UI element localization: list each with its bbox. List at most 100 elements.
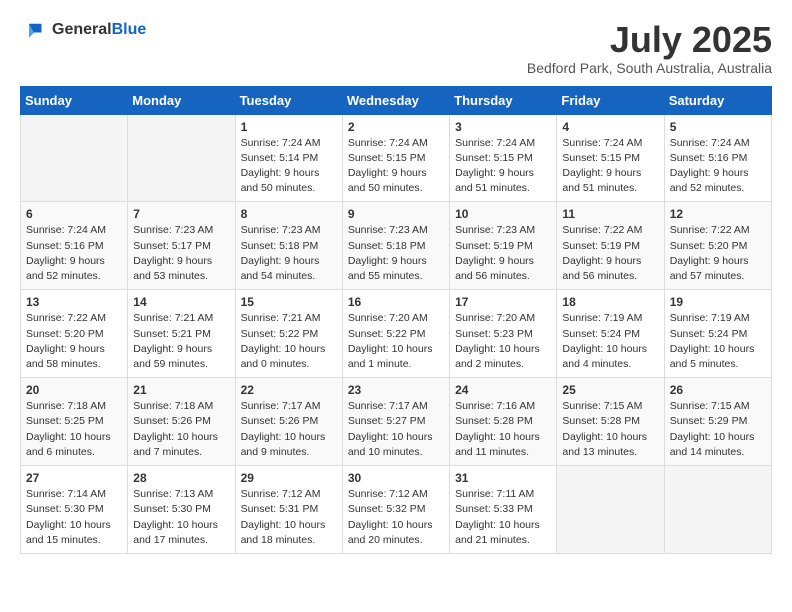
calendar-cell [664,466,771,554]
calendar-header-saturday: Saturday [664,86,771,114]
calendar-cell: 26 Sunrise: 7:15 AM Sunset: 5:29 PM Dayli… [664,378,771,466]
day-number: 28 [133,471,229,485]
day-number: 23 [348,383,444,397]
calendar-cell [21,114,128,202]
day-number: 25 [562,383,658,397]
calendar-cell: 16Sunrise: 7:20 AM Sunset: 5:22 PM Dayli… [342,290,449,378]
day-number: 26 [670,383,766,397]
calendar-table: SundayMondayTuesdayWednesdayThursdayFrid… [20,86,772,554]
logo-icon [20,20,48,40]
calendar-cell: 7 Sunrise: 7:23 AM Sunset: 5:17 PM Daylig… [128,202,235,290]
day-number: 22 [241,383,337,397]
day-info: Sunrise: 7:17 AM Sunset: 5:27 PM Dayligh… [348,399,444,460]
calendar-cell: 31 Sunrise: 7:11 AM Sunset: 5:33 PM Dayli… [450,466,557,554]
day-number: 27 [26,471,122,485]
calendar-cell: 1 Sunrise: 7:24 AM Sunset: 5:14 PM Daylig… [235,114,342,202]
calendar-cell: 11 Sunrise: 7:22 AM Sunset: 5:19 PM Dayli… [557,202,664,290]
day-number: 17 [455,295,551,309]
title-section: July 2025 Bedford Park, South Australia,… [527,20,772,76]
calendar-cell: 9Sunrise: 7:23 AM Sunset: 5:18 PM Daylig… [342,202,449,290]
day-info: Sunrise: 7:21 AM Sunset: 5:22 PM Dayligh… [241,311,337,372]
day-number: 13 [26,295,122,309]
calendar-header-row: SundayMondayTuesdayWednesdayThursdayFrid… [21,86,772,114]
day-info: Sunrise: 7:19 AM Sunset: 5:24 PM Dayligh… [670,311,766,372]
day-info: Sunrise: 7:24 AM Sunset: 5:15 PM Dayligh… [348,136,444,197]
day-number: 3 [455,120,551,134]
day-info: Sunrise: 7:24 AM Sunset: 5:16 PM Dayligh… [670,136,766,197]
day-info: Sunrise: 7:24 AM Sunset: 5:15 PM Dayligh… [455,136,551,197]
calendar-cell [128,114,235,202]
day-number: 29 [241,471,337,485]
calendar-cell: 12 Sunrise: 7:22 AM Sunset: 5:20 PM Dayli… [664,202,771,290]
day-info: Sunrise: 7:17 AM Sunset: 5:26 PM Dayligh… [241,399,337,460]
calendar-header-tuesday: Tuesday [235,86,342,114]
day-info: Sunrise: 7:23 AM Sunset: 5:18 PM Dayligh… [241,223,337,284]
day-info: Sunrise: 7:21 AM Sunset: 5:21 PM Dayligh… [133,311,229,372]
calendar-cell: 18 Sunrise: 7:19 AM Sunset: 5:24 PM Dayli… [557,290,664,378]
calendar-cell: 15Sunrise: 7:21 AM Sunset: 5:22 PM Dayli… [235,290,342,378]
calendar-cell: 20 Sunrise: 7:18 AM Sunset: 5:25 PM Dayli… [21,378,128,466]
day-info: Sunrise: 7:13 AM Sunset: 5:30 PM Dayligh… [133,487,229,548]
day-number: 18 [562,295,658,309]
day-info: Sunrise: 7:24 AM Sunset: 5:14 PM Dayligh… [241,136,337,197]
day-number: 20 [26,383,122,397]
calendar-cell: 6 Sunrise: 7:24 AM Sunset: 5:16 PM Daylig… [21,202,128,290]
day-info: Sunrise: 7:23 AM Sunset: 5:17 PM Dayligh… [133,223,229,284]
day-number: 31 [455,471,551,485]
calendar-cell: 2 Sunrise: 7:24 AM Sunset: 5:15 PM Daylig… [342,114,449,202]
calendar-week-row: 6 Sunrise: 7:24 AM Sunset: 5:16 PM Daylig… [21,202,772,290]
month-title: July 2025 [527,20,772,60]
calendar-week-row: 1 Sunrise: 7:24 AM Sunset: 5:14 PM Daylig… [21,114,772,202]
day-info: Sunrise: 7:16 AM Sunset: 5:28 PM Dayligh… [455,399,551,460]
location-title: Bedford Park, South Australia, Australia [527,60,772,76]
calendar-header-sunday: Sunday [21,86,128,114]
day-info: Sunrise: 7:22 AM Sunset: 5:19 PM Dayligh… [562,223,658,284]
calendar-cell: 13 Sunrise: 7:22 AM Sunset: 5:20 PM Dayli… [21,290,128,378]
calendar-cell: 23 Sunrise: 7:17 AM Sunset: 5:27 PM Dayli… [342,378,449,466]
day-info: Sunrise: 7:18 AM Sunset: 5:26 PM Dayligh… [133,399,229,460]
calendar-header-thursday: Thursday [450,86,557,114]
day-info: Sunrise: 7:15 AM Sunset: 5:29 PM Dayligh… [670,399,766,460]
day-number: 12 [670,207,766,221]
page-header: GeneralBlue July 2025 Bedford Park, Sout… [20,20,772,76]
day-number: 6 [26,207,122,221]
calendar-week-row: 27Sunrise: 7:14 AM Sunset: 5:30 PM Dayli… [21,466,772,554]
day-info: Sunrise: 7:20 AM Sunset: 5:23 PM Dayligh… [455,311,551,372]
calendar-cell: 17 Sunrise: 7:20 AM Sunset: 5:23 PM Dayli… [450,290,557,378]
day-number: 14 [133,295,229,309]
day-number: 4 [562,120,658,134]
day-info: Sunrise: 7:20 AM Sunset: 5:22 PM Dayligh… [348,311,444,372]
day-info: Sunrise: 7:23 AM Sunset: 5:18 PM Dayligh… [348,223,444,284]
day-info: Sunrise: 7:12 AM Sunset: 5:31 PM Dayligh… [241,487,337,548]
calendar-cell: 19Sunrise: 7:19 AM Sunset: 5:24 PM Dayli… [664,290,771,378]
calendar-cell: 25Sunrise: 7:15 AM Sunset: 5:28 PM Dayli… [557,378,664,466]
day-info: Sunrise: 7:18 AM Sunset: 5:25 PM Dayligh… [26,399,122,460]
calendar-cell: 29 Sunrise: 7:12 AM Sunset: 5:31 PM Dayli… [235,466,342,554]
calendar-cell: 27Sunrise: 7:14 AM Sunset: 5:30 PM Dayli… [21,466,128,554]
day-number: 2 [348,120,444,134]
day-number: 7 [133,207,229,221]
day-info: Sunrise: 7:24 AM Sunset: 5:16 PM Dayligh… [26,223,122,284]
day-info: Sunrise: 7:19 AM Sunset: 5:24 PM Dayligh… [562,311,658,372]
calendar-cell: 14 Sunrise: 7:21 AM Sunset: 5:21 PM Dayli… [128,290,235,378]
calendar-cell: 8Sunrise: 7:23 AM Sunset: 5:18 PM Daylig… [235,202,342,290]
logo: GeneralBlue [20,20,146,40]
calendar-header-wednesday: Wednesday [342,86,449,114]
calendar-week-row: 20 Sunrise: 7:18 AM Sunset: 5:25 PM Dayli… [21,378,772,466]
day-info: Sunrise: 7:22 AM Sunset: 5:20 PM Dayligh… [26,311,122,372]
day-info: Sunrise: 7:11 AM Sunset: 5:33 PM Dayligh… [455,487,551,548]
day-number: 21 [133,383,229,397]
calendar-week-row: 13 Sunrise: 7:22 AM Sunset: 5:20 PM Dayli… [21,290,772,378]
day-number: 11 [562,207,658,221]
day-number: 1 [241,120,337,134]
day-info: Sunrise: 7:22 AM Sunset: 5:20 PM Dayligh… [670,223,766,284]
calendar-cell: 24 Sunrise: 7:16 AM Sunset: 5:28 PM Dayli… [450,378,557,466]
calendar-cell [557,466,664,554]
day-number: 24 [455,383,551,397]
day-info: Sunrise: 7:24 AM Sunset: 5:15 PM Dayligh… [562,136,658,197]
calendar-cell: 4 Sunrise: 7:24 AM Sunset: 5:15 PM Daylig… [557,114,664,202]
calendar-cell: 3 Sunrise: 7:24 AM Sunset: 5:15 PM Daylig… [450,114,557,202]
day-number: 30 [348,471,444,485]
calendar-header-monday: Monday [128,86,235,114]
day-number: 10 [455,207,551,221]
